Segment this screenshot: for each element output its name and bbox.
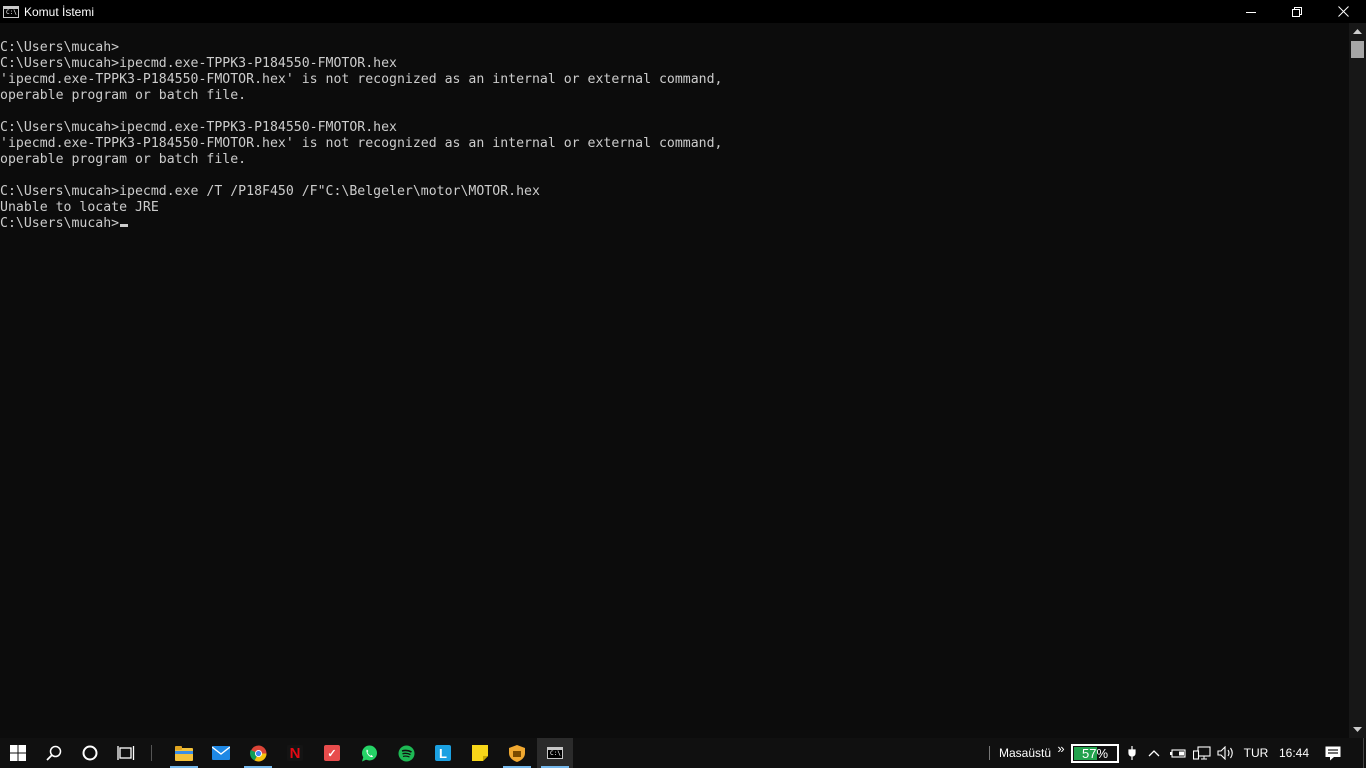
arrow-down-icon <box>1353 726 1362 732</box>
console-line: Unable to locate JRE <box>0 200 159 215</box>
taskbar-app-command-prompt[interactable]: C:\ <box>537 738 573 768</box>
scroll-thumb[interactable] <box>1351 41 1364 58</box>
sticky-note-icon <box>472 745 488 761</box>
console-line: 'ipecmd.exe-TPPK3-P184550-FMOTOR.hex' is… <box>0 136 723 151</box>
taskbar-app-todo[interactable]: ✓ <box>314 738 350 768</box>
whatsapp-icon <box>361 745 377 761</box>
language-indicator[interactable]: TUR <box>1240 738 1272 768</box>
battery-percent: 57% <box>1081 746 1109 761</box>
plug-glyph-icon <box>1128 746 1136 760</box>
command-prompt-icon[interactable]: C:\ <box>3 5 19 18</box>
scroll-up-button[interactable] <box>1349 23 1366 40</box>
checklist-icon: ✓ <box>324 745 340 761</box>
task-view-button[interactable] <box>108 738 144 768</box>
window-controls <box>1228 0 1366 23</box>
l-letter-icon: L <box>435 745 451 761</box>
volume-tray-icon[interactable] <box>1215 738 1237 768</box>
separator-line <box>988 746 990 760</box>
restore-icon <box>1292 6 1302 17</box>
taskbar-app-file-explorer[interactable] <box>166 738 202 768</box>
console-line: 'ipecmd.exe-TPPK3-P184550-FMOTOR.hex' is… <box>0 72 723 87</box>
taskbar-app-shield[interactable] <box>499 738 535 768</box>
console-line: C:\Users\mucah> <box>0 40 120 55</box>
app-icon-glyph: C:\ <box>6 8 17 16</box>
battery-tray-icon[interactable] <box>1167 738 1189 768</box>
desktop-toolbar-label[interactable]: Masaüstü <box>997 738 1053 768</box>
terminal-icon: C:\ <box>547 747 563 759</box>
start-button[interactable] <box>0 738 36 768</box>
network-icon <box>1193 746 1211 760</box>
taskbar-app-chrome[interactable] <box>240 738 276 768</box>
cortana-circle-icon <box>82 745 98 761</box>
notification-icon <box>1325 746 1341 760</box>
tray-separator <box>984 738 994 768</box>
restore-button[interactable] <box>1274 0 1320 23</box>
show-desktop-edge <box>1362 738 1364 768</box>
taskbar-app-netflix[interactable]: N <box>277 738 313 768</box>
console-output[interactable]: C:\Users\mucah> C:\Users\mucah>ipecmd.ex… <box>0 40 1346 735</box>
taskbar-separator <box>146 738 156 768</box>
cortana-button[interactable] <box>72 738 108 768</box>
show-hidden-icons-button[interactable] <box>1145 738 1163 768</box>
search-icon <box>46 745 62 761</box>
folder-icon <box>175 745 193 761</box>
action-center-button[interactable] <box>1318 738 1348 768</box>
speaker-icon <box>1217 746 1233 760</box>
console-line: C:\Users\mucah>ipecmd.exe-TPPK3-P184550-… <box>0 56 397 71</box>
network-tray-icon[interactable] <box>1191 738 1213 768</box>
taskbar-app-mail[interactable] <box>203 738 239 768</box>
current-prompt: C:\Users\mucah> <box>0 216 120 231</box>
taskbar-app-whatsapp[interactable] <box>351 738 387 768</box>
title-bar[interactable]: C:\ Komut İstemi <box>0 0 1366 23</box>
console-line: operable program or batch file. <box>0 88 247 103</box>
chevron-double-right-icon[interactable]: » <box>1054 738 1068 768</box>
shield-icon <box>509 744 525 762</box>
mail-icon <box>212 746 230 760</box>
console-line: C:\Users\mucah>ipecmd.exe-TPPK3-P184550-… <box>0 120 397 135</box>
minimize-icon <box>1246 11 1256 13</box>
prompt-line[interactable]: C:\Users\mucah> <box>0 216 129 232</box>
battery-meter[interactable]: 57% <box>1071 744 1119 763</box>
taskbar-app-sticky-notes[interactable] <box>462 738 498 768</box>
window-title: Komut İstemi <box>24 4 95 19</box>
minimize-button[interactable] <box>1228 0 1274 23</box>
taskbar-app-spotify[interactable] <box>388 738 424 768</box>
vertical-scrollbar[interactable] <box>1349 23 1366 738</box>
chrome-icon <box>249 745 266 761</box>
scroll-down-button[interactable] <box>1349 721 1366 738</box>
separator-line <box>150 745 152 761</box>
battery-icon <box>1170 749 1186 758</box>
terminal-icon-glyph: C:\ <box>550 750 561 757</box>
plug-icon[interactable] <box>1123 738 1141 768</box>
show-desktop-button[interactable] <box>1360 738 1366 768</box>
console-line: C:\Users\mucah>ipecmd.exe /T /P18F450 /F… <box>0 184 540 199</box>
console-line: operable program or batch file. <box>0 152 247 167</box>
search-button[interactable] <box>36 738 72 768</box>
close-icon <box>1337 6 1349 17</box>
chevron-up-icon <box>1148 750 1160 757</box>
spotify-icon <box>398 745 414 761</box>
taskbar-clock[interactable]: 16:44 <box>1274 738 1314 768</box>
windows-logo-icon <box>10 745 26 761</box>
taskbar-app-l[interactable]: L <box>425 738 461 768</box>
task-view-icon <box>117 746 135 760</box>
netflix-icon: N <box>287 745 303 762</box>
text-cursor <box>120 224 129 227</box>
close-button[interactable] <box>1320 0 1366 23</box>
arrow-up-icon <box>1353 28 1362 34</box>
